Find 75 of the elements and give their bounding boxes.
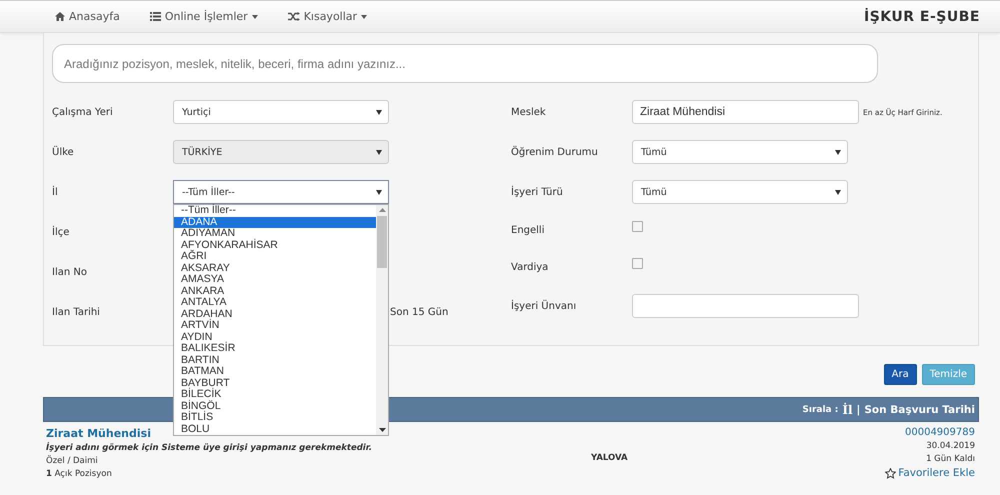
dropdown-option[interactable]: AYDIN bbox=[174, 332, 376, 343]
caret-icon bbox=[376, 190, 382, 194]
shuffle-icon bbox=[288, 12, 300, 21]
scroll-down-icon[interactable] bbox=[378, 428, 386, 432]
select-field[interactable]: Tümü bbox=[632, 180, 848, 204]
dropdown-option[interactable]: AKSARAY bbox=[174, 262, 376, 274]
caret-icon bbox=[361, 14, 368, 18]
scroll-up-icon[interactable] bbox=[378, 208, 386, 212]
city-text: YALOVA bbox=[591, 453, 628, 463]
site-title: İŞKUR E-ŞUBE bbox=[864, 8, 980, 24]
field-label: İşyeri Ünvanı bbox=[511, 300, 578, 312]
checkbox[interactable] bbox=[632, 221, 643, 232]
dropdown-option[interactable]: ARDAHAN bbox=[174, 308, 376, 320]
nav-link[interactable]: Anasayfa bbox=[55, 10, 120, 23]
caret-icon bbox=[376, 150, 382, 154]
search-button[interactable]: Ara bbox=[884, 364, 917, 385]
select-field[interactable]: --Tüm İller-- bbox=[173, 180, 389, 204]
sort-label: Sırala : bbox=[802, 404, 838, 414]
dropdown-option[interactable]: AĞRI bbox=[174, 251, 376, 262]
scrollbar-thumb[interactable] bbox=[377, 216, 387, 268]
caret-icon bbox=[376, 110, 382, 114]
field-label: Vardiya bbox=[511, 262, 550, 273]
field-label: Öğrenim Durumu bbox=[511, 146, 599, 158]
dropdown-option[interactable]: BAYBURT bbox=[174, 378, 376, 389]
dropdown-option[interactable]: BALIKESİR bbox=[174, 343, 376, 354]
field-label: Ilan Tarihi bbox=[52, 306, 101, 318]
field-label: İl bbox=[52, 186, 59, 198]
login-notice: İşyeri adını görmek için Sisteme üye girişi yapmanız gerekmektedir. bbox=[46, 443, 373, 453]
field-label: Çalışma Yeri bbox=[52, 106, 114, 118]
nav-link[interactable]: Kısayollar bbox=[288, 10, 368, 23]
home-icon bbox=[55, 12, 65, 21]
dropdown-option[interactable]: BARTIN bbox=[174, 354, 376, 366]
ad-number-link[interactable]: 00004909789 bbox=[905, 427, 975, 438]
job-type: Özel / Daimi bbox=[46, 456, 99, 466]
caret-icon bbox=[835, 150, 841, 154]
dropdown-option[interactable]: ADIYAMAN bbox=[174, 228, 376, 240]
dropdown-option[interactable]: ANTALYA bbox=[174, 297, 376, 308]
dropdown-option[interactable]: AFYONKARAHİSAR bbox=[174, 240, 376, 251]
text-field[interactable]: Ziraat Mühendisi bbox=[632, 100, 859, 124]
caret-icon bbox=[835, 190, 841, 194]
field-label: Engelli bbox=[511, 225, 546, 236]
checkbox[interactable] bbox=[632, 258, 643, 269]
field-label: İlçe bbox=[52, 226, 70, 238]
dropdown-option[interactable]: ARTVİN bbox=[174, 320, 376, 332]
dropdown-option[interactable]: BOLU bbox=[174, 424, 376, 435]
dropdown-option[interactable]: ADANA bbox=[174, 216, 376, 228]
select-field[interactable]: Yurtiçi bbox=[173, 100, 389, 124]
dropdown-option[interactable]: BİNGÖL bbox=[174, 400, 376, 412]
days-left: 1 Gün Kaldı bbox=[926, 454, 975, 464]
add-favorite-link[interactable]: Favorilere Ekle bbox=[885, 467, 975, 479]
job-title-link[interactable]: Ziraat Mühendisi bbox=[46, 427, 151, 440]
field-label: Ülke bbox=[52, 146, 75, 158]
dropdown-option[interactable]: BATMAN bbox=[174, 366, 376, 378]
deadline-date: 30.04.2019 bbox=[926, 441, 975, 451]
select-field[interactable]: Tümü bbox=[632, 140, 848, 164]
scrollbar[interactable] bbox=[376, 205, 388, 435]
list-icon bbox=[150, 12, 161, 21]
field-label: İşyeri Türü bbox=[511, 186, 564, 198]
caret-icon bbox=[252, 14, 258, 18]
date-range-text: Son 15 Gün bbox=[390, 306, 448, 318]
sort-link[interactable]: Son Başvuru Tarihi bbox=[864, 404, 975, 416]
dropdown-option[interactable]: BİTLİS bbox=[174, 412, 376, 424]
dropdown-option[interactable]: ANKARA bbox=[174, 286, 376, 297]
open-positions: 1 Açık Pozisyon bbox=[46, 469, 113, 479]
nav-link[interactable]: Online İşlemler bbox=[150, 10, 258, 23]
separator: | bbox=[856, 404, 860, 416]
dropdown-option[interactable]: --Tüm İller-- bbox=[174, 205, 376, 216]
dropdown-option[interactable]: AMASYA bbox=[174, 274, 376, 286]
field-label: Ilan No bbox=[52, 266, 88, 278]
field-label: Meslek bbox=[511, 106, 547, 118]
star-icon bbox=[885, 468, 896, 478]
search-field[interactable]: Aradığınız pozisyon, meslek, nitelik, beceri, firma adını yazınız... bbox=[52, 44, 878, 83]
sort-link[interactable]: İl bbox=[842, 402, 853, 416]
text-field[interactable] bbox=[632, 294, 859, 318]
dropdown-option[interactable]: BİLECİK bbox=[174, 389, 376, 400]
